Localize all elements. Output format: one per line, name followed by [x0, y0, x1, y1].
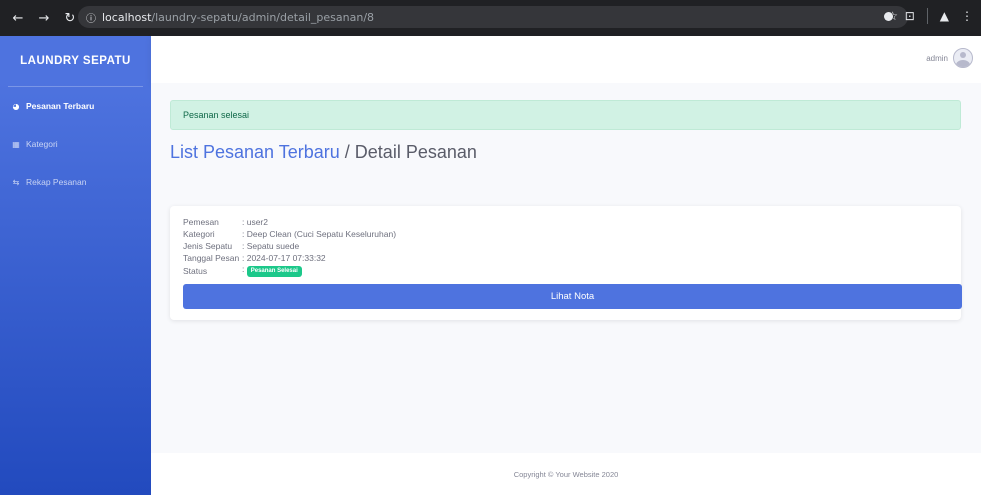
- sidebar-item-label: Pesanan Terbaru: [26, 101, 95, 111]
- detail-value: : 2024-07-17 07:33:32: [242, 253, 326, 263]
- breadcrumb-separator: /: [339, 142, 355, 162]
- success-alert: Pesanan selesai: [170, 100, 961, 130]
- toolbar-divider: [926, 8, 928, 24]
- sync-icon: ⇆: [12, 177, 20, 187]
- alert-message: Pesanan selesai: [183, 110, 250, 120]
- detail-row: Kategori : Deep Clean (Cuci Sepatu Kesel…: [183, 228, 396, 240]
- dashboard-icon: ◕: [12, 101, 20, 111]
- tab-search-icon[interactable]: ⊡: [905, 9, 915, 23]
- reload-icon[interactable]: ↻: [60, 8, 80, 28]
- extension-icon[interactable]: [883, 11, 893, 21]
- breadcrumb-current: Detail Pesanan: [354, 142, 477, 162]
- detail-value: : Pesanan Selesai: [242, 264, 396, 277]
- sidebar-item-kategori[interactable]: ▦ Kategori: [0, 125, 151, 163]
- detail-row: Tanggal Pesan : 2024-07-17 07:33:32: [183, 252, 396, 264]
- footer-copyright: Copyright © Your Website 2020: [513, 469, 619, 479]
- order-detail-card: Pemesan : user2 Kategori : Deep Clean (C…: [170, 206, 962, 320]
- topbar: admin: [151, 36, 981, 83]
- detail-label: Status: [183, 265, 208, 276]
- detail-label: Kategori: [183, 229, 215, 239]
- lihat-nota-button[interactable]: Lihat Nota: [183, 284, 962, 309]
- order-detail-table: Pemesan : user2 Kategori : Deep Clean (C…: [183, 216, 396, 277]
- detail-row: Pemesan : user2: [183, 216, 396, 228]
- back-icon[interactable]: ←: [8, 8, 28, 28]
- sidebar-item-label: Kategori: [26, 139, 58, 149]
- sidebar-item-pesanan-terbaru[interactable]: ◕ Pesanan Terbaru: [0, 87, 151, 125]
- status-badge: Pesanan Selesai: [246, 266, 302, 277]
- detail-label: Pemesan: [183, 217, 219, 227]
- detail-value: : user2: [242, 217, 268, 227]
- page-title: List Pesanan Terbaru / Detail Pesanan: [170, 142, 477, 163]
- breadcrumb-link-list-pesanan[interactable]: List Pesanan Terbaru: [170, 142, 340, 162]
- url-host: localhost: [102, 10, 152, 24]
- sidebar-item-label: Rekap Pesanan: [26, 177, 87, 187]
- profile-icon[interactable]: ▲: [940, 9, 949, 23]
- detail-label: Jenis Sepatu: [183, 241, 233, 251]
- detail-row-status: Status : Pesanan Selesai: [183, 264, 396, 277]
- sidebar: LAUNDRY SEPATU ◕ Pesanan Terbaru ▦ Kateg…: [0, 36, 151, 495]
- sidebar-brand[interactable]: LAUNDRY SEPATU: [0, 36, 151, 86]
- detail-value: : Deep Clean (Cuci Sepatu Keseluruhan): [242, 229, 397, 239]
- user-dropdown[interactable]: admin: [926, 48, 973, 68]
- browser-toolbar: ← → ↻ ⓘ localhost/laundry-sepatu/admin/d…: [0, 0, 981, 36]
- detail-value: : Sepatu suede: [242, 241, 300, 251]
- sidebar-item-rekap-pesanan[interactable]: ⇆ Rekap Pesanan: [0, 163, 151, 201]
- user-avatar-icon[interactable]: [953, 48, 973, 68]
- footer: Copyright © Your Website 2020: [151, 453, 981, 495]
- main-content: Pesanan selesai List Pesanan Terbaru / D…: [151, 83, 981, 453]
- forward-icon[interactable]: →: [34, 8, 54, 28]
- detail-label: Tanggal Pesan: [183, 253, 240, 263]
- table-icon: ▦: [12, 139, 20, 149]
- detail-row: Jenis Sepatu : Sepatu suede: [183, 240, 396, 252]
- address-bar[interactable]: ⓘ localhost/laundry-sepatu/admin/detail_…: [78, 6, 908, 28]
- menu-icon[interactable]: ⋮: [961, 9, 973, 23]
- username: admin: [926, 53, 948, 63]
- url-path: /laundry-sepatu/admin/detail_pesanan/8: [151, 10, 375, 24]
- site-info-icon[interactable]: ⓘ: [86, 10, 96, 25]
- browser-actions: ⊡ ▲ ⋮: [883, 8, 973, 24]
